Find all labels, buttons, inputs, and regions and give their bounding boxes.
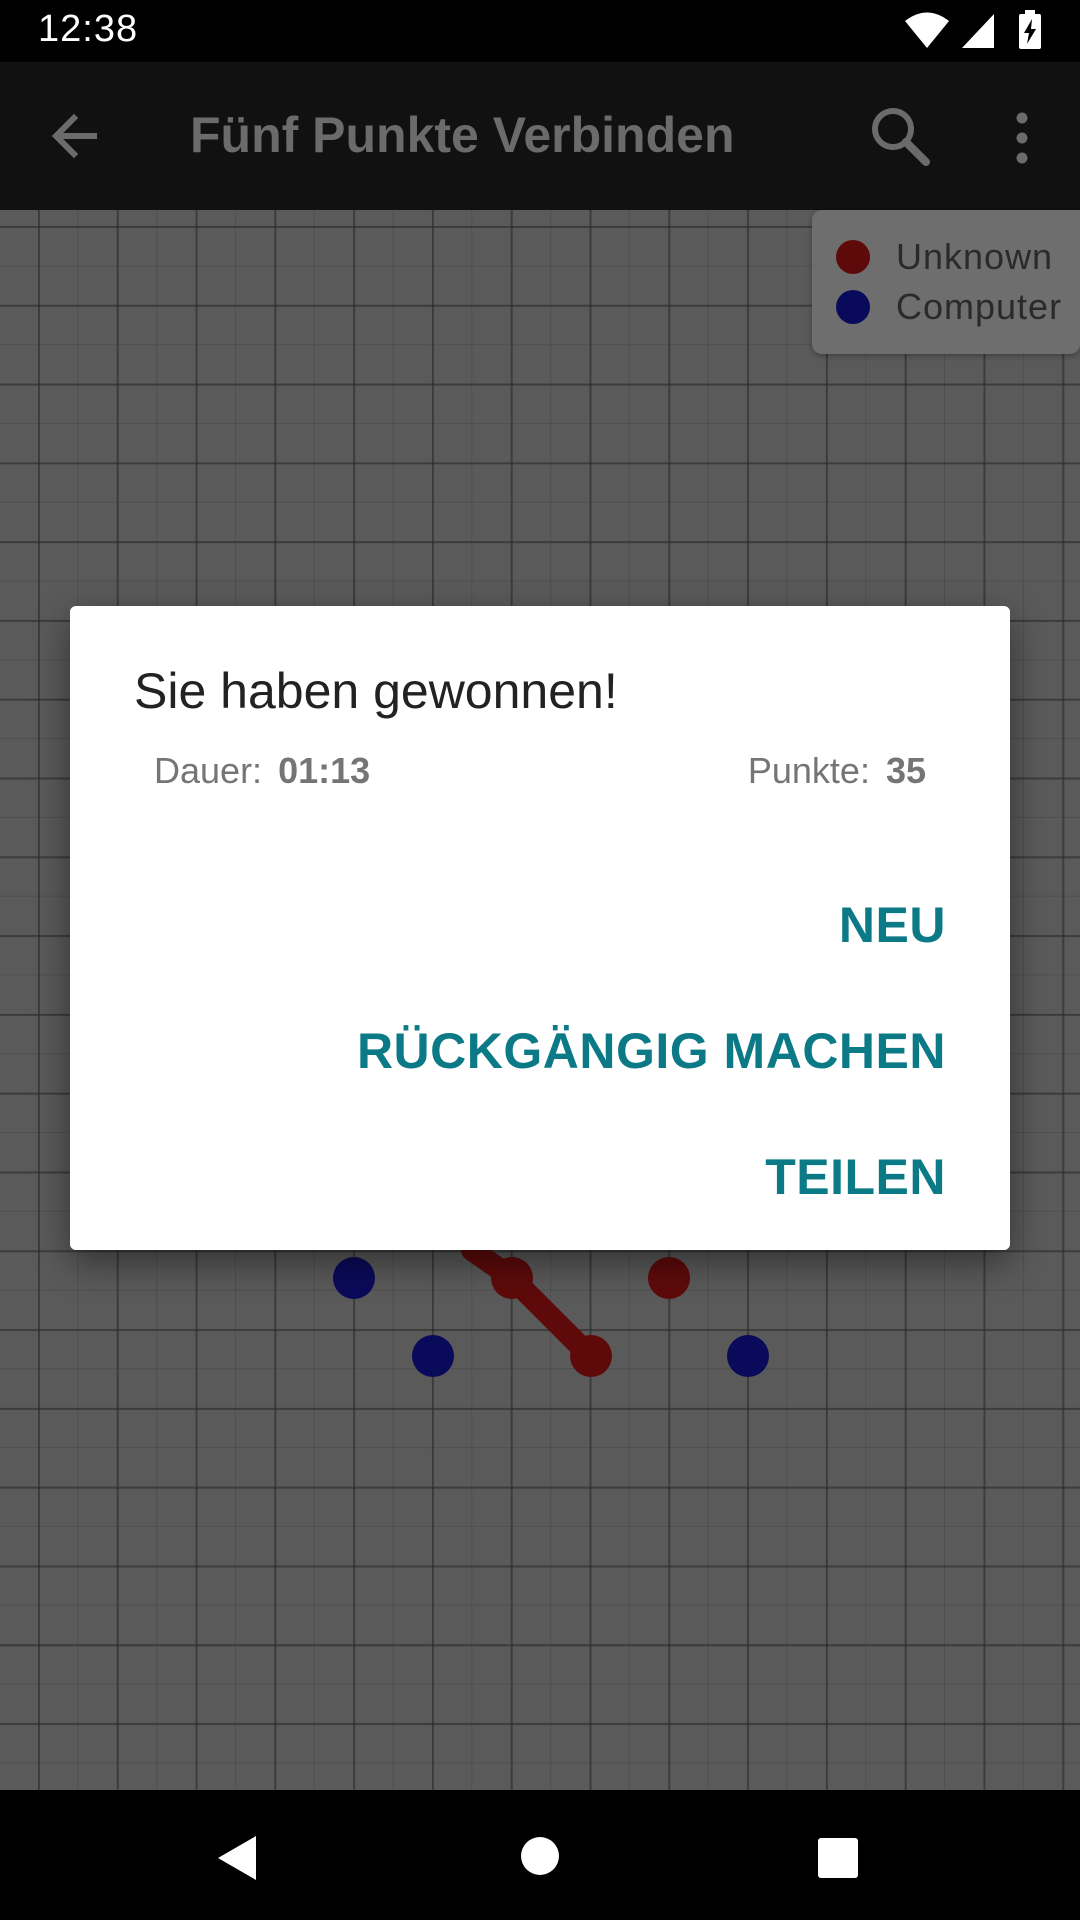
stats-row: Dauer: 01:13 Punkte: 35 (154, 750, 926, 800)
app-bar: Fünf Punkte Verbinden (0, 62, 1080, 210)
legend-label: Computer (896, 286, 1063, 327)
new-game-button[interactable]: NEU (839, 896, 946, 954)
computer-dot (333, 1257, 375, 1299)
status-bar: 12:38 (0, 0, 1080, 62)
duration-stat: Dauer: 01:13 (154, 750, 370, 792)
legend-item-computer: Computer (836, 282, 1062, 332)
undo-button[interactable]: RÜCKGÄNGIG MACHEN (357, 1022, 946, 1080)
more-vert-icon[interactable] (1000, 106, 1044, 170)
duration-value: 01:13 (278, 750, 371, 791)
battery-charging-icon (1019, 10, 1041, 49)
red-dot-icon (836, 240, 870, 274)
recents-square-icon[interactable] (818, 1838, 858, 1878)
player-dot (570, 1335, 612, 1377)
home-circle-icon[interactable] (520, 1836, 560, 1876)
legend-item-unknown: Unknown (836, 232, 1053, 282)
points-value: 35 (885, 750, 926, 791)
status-time: 12:38 (38, 8, 139, 50)
search-icon[interactable] (868, 104, 932, 168)
computer-dot (412, 1335, 454, 1377)
player-dot (491, 1257, 533, 1299)
cell-signal-icon (962, 14, 994, 48)
duration-label: Dauer: (154, 750, 263, 791)
back-triangle-icon[interactable] (216, 1834, 260, 1882)
page-title: Fünf Punkte Verbinden (190, 107, 735, 163)
player-dot (648, 1257, 690, 1299)
wifi-icon (905, 12, 949, 48)
blue-dot-icon (836, 290, 870, 324)
legend-label: Unknown (896, 236, 1054, 277)
points-label: Punkte: (747, 750, 870, 791)
dialog-title: Sie haben gewonnen! (134, 663, 618, 719)
share-button[interactable]: TEILEN (765, 1148, 946, 1206)
computer-dot (727, 1335, 769, 1377)
game-won-dialog: Sie haben gewonnen! Dauer: 01:13 Punkte: 3… (70, 606, 1010, 1250)
points-stat: Punkte: 35 (748, 750, 926, 792)
system-nav-bar (0, 1790, 1080, 1920)
player-legend: Unknown Computer (812, 210, 1080, 354)
back-arrow-icon[interactable] (44, 106, 104, 166)
